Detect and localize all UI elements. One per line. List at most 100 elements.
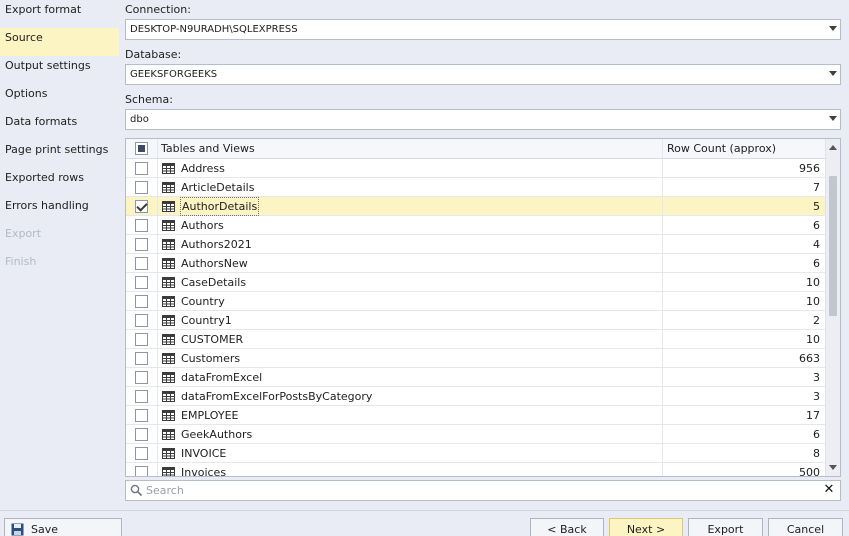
- table-name: EMPLOYEE: [181, 409, 239, 422]
- table-name: CUSTOMER: [181, 333, 244, 346]
- table-icon: [162, 163, 175, 174]
- table-name: INVOICE: [181, 447, 227, 460]
- table-row[interactable]: dataFromExcelForPostsByCategory 3: [126, 387, 826, 406]
- table-row[interactable]: INVOICE 8: [126, 444, 826, 463]
- search-input[interactable]: [146, 481, 816, 500]
- tables-grid: Tables and Views Row Count (approx) Addr…: [125, 138, 841, 477]
- nav-item-export-format[interactable]: Export format: [0, 0, 119, 28]
- row-checkbox[interactable]: [135, 200, 148, 213]
- table-name: Authors2021: [181, 238, 252, 251]
- row-checkbox[interactable]: [135, 352, 148, 365]
- table-row[interactable]: ArticleDetails 7: [126, 178, 826, 197]
- column-header-rowcount[interactable]: Row Count (approx): [667, 139, 776, 158]
- row-checkbox[interactable]: [135, 257, 148, 270]
- nav-item-output-settings[interactable]: Output settings: [0, 56, 119, 84]
- row-checkbox[interactable]: [135, 333, 148, 346]
- export-button[interactable]: Export: [688, 518, 763, 536]
- table-icon: [162, 315, 175, 326]
- row-checkbox[interactable]: [135, 314, 148, 327]
- back-button[interactable]: < Back: [530, 518, 604, 536]
- row-checkbox[interactable]: [135, 409, 148, 422]
- column-divider: [157, 292, 158, 310]
- row-count: 17: [806, 409, 820, 422]
- table-row[interactable]: Invoices 500: [126, 463, 826, 477]
- table-row[interactable]: Authors2021 4: [126, 235, 826, 254]
- nav-item-errors-handling[interactable]: Errors handling: [0, 196, 119, 224]
- row-count: 2: [813, 314, 820, 327]
- row-checkbox[interactable]: [135, 181, 148, 194]
- connection-label: Connection:: [125, 3, 191, 16]
- table-row[interactable]: Country1 2: [126, 311, 826, 330]
- table-name: Invoices: [181, 466, 227, 477]
- table-row[interactable]: CaseDetails 10: [126, 273, 826, 292]
- column-divider: [662, 273, 663, 291]
- column-divider: [662, 254, 663, 272]
- column-divider: [157, 311, 158, 329]
- database-dropdown[interactable]: GEEKSFORGEEKS: [125, 64, 841, 85]
- save-icon: [11, 523, 24, 536]
- grid-header: Tables and Views Row Count (approx): [126, 139, 826, 159]
- row-checkbox[interactable]: [135, 390, 148, 403]
- table-row[interactable]: Customers 663: [126, 349, 826, 368]
- row-checkbox[interactable]: [135, 276, 148, 289]
- table-icon: [162, 201, 175, 212]
- row-checkbox[interactable]: [135, 466, 148, 476]
- table-icon: [162, 467, 175, 476]
- row-checkbox[interactable]: [135, 447, 148, 460]
- connection-dropdown[interactable]: DESKTOP-N9URADH\SQLEXPRESS: [125, 19, 841, 40]
- table-row[interactable]: dataFromExcel 3: [126, 368, 826, 387]
- column-divider: [157, 425, 158, 443]
- row-checkbox[interactable]: [135, 295, 148, 308]
- nav-item-finish: Finish: [5, 255, 37, 268]
- nav-item-data-formats[interactable]: Data formats: [0, 112, 119, 140]
- cancel-button[interactable]: Cancel: [768, 518, 843, 536]
- column-divider: [157, 444, 158, 462]
- nav-item-exported-rows[interactable]: Exported rows: [0, 168, 119, 196]
- table-row[interactable]: AuthorsNew 6: [126, 254, 826, 273]
- next-button[interactable]: Next >: [609, 518, 683, 536]
- row-checkbox[interactable]: [135, 162, 148, 175]
- row-checkbox[interactable]: [135, 371, 148, 384]
- table-icon: [162, 410, 175, 421]
- column-divider: [157, 349, 158, 367]
- column-divider: [662, 425, 663, 443]
- table-row[interactable]: CUSTOMER 10: [126, 330, 826, 349]
- row-checkbox[interactable]: [135, 238, 148, 251]
- column-header-tables[interactable]: Tables and Views: [161, 139, 255, 158]
- table-row[interactable]: Address 956: [126, 159, 826, 178]
- scroll-down-icon[interactable]: [829, 465, 837, 470]
- scroll-up-icon[interactable]: [829, 145, 837, 150]
- table-row[interactable]: Authors 6: [126, 216, 826, 235]
- vertical-scrollbar[interactable]: [825, 139, 840, 476]
- table-icon: [162, 296, 175, 307]
- nav-item-options[interactable]: Options: [0, 84, 119, 112]
- search-box: ✕: [125, 480, 841, 501]
- column-divider: [662, 387, 663, 405]
- select-all-checkbox[interactable]: [135, 142, 148, 155]
- row-count: 6: [813, 428, 820, 441]
- grid-rows: Address 956 ArticleDetails 7 AuthorDetails 5 A…: [126, 159, 826, 477]
- search-icon: [130, 484, 143, 497]
- wizard-nav: Export format Source Output settings Option…: [0, 0, 119, 510]
- nav-item-export: Export: [5, 227, 42, 240]
- table-row[interactable]: EMPLOYEE 17: [126, 406, 826, 425]
- column-divider: [662, 368, 663, 386]
- nav-item-page-print-settings[interactable]: Page print settings: [0, 140, 119, 168]
- table-name: GeekAuthors: [181, 428, 253, 441]
- table-row[interactable]: AuthorDetails 5: [126, 197, 826, 216]
- column-divider: [662, 235, 663, 253]
- table-name: AuthorDetails: [180, 197, 260, 216]
- row-checkbox[interactable]: [135, 428, 148, 441]
- table-row[interactable]: Country 10: [126, 292, 826, 311]
- table-name: CaseDetails: [181, 276, 247, 289]
- schema-dropdown[interactable]: dbo: [125, 109, 841, 130]
- table-row[interactable]: GeekAuthors 6: [126, 425, 826, 444]
- column-divider: [157, 197, 158, 215]
- row-checkbox[interactable]: [135, 219, 148, 232]
- nav-item-source[interactable]: Source: [0, 28, 119, 56]
- save-template-button[interactable]: Save Template...: [4, 518, 122, 536]
- scroll-thumb[interactable]: [829, 176, 837, 316]
- column-divider: [662, 292, 663, 310]
- close-icon[interactable]: ✕: [822, 483, 836, 497]
- table-icon: [162, 182, 175, 193]
